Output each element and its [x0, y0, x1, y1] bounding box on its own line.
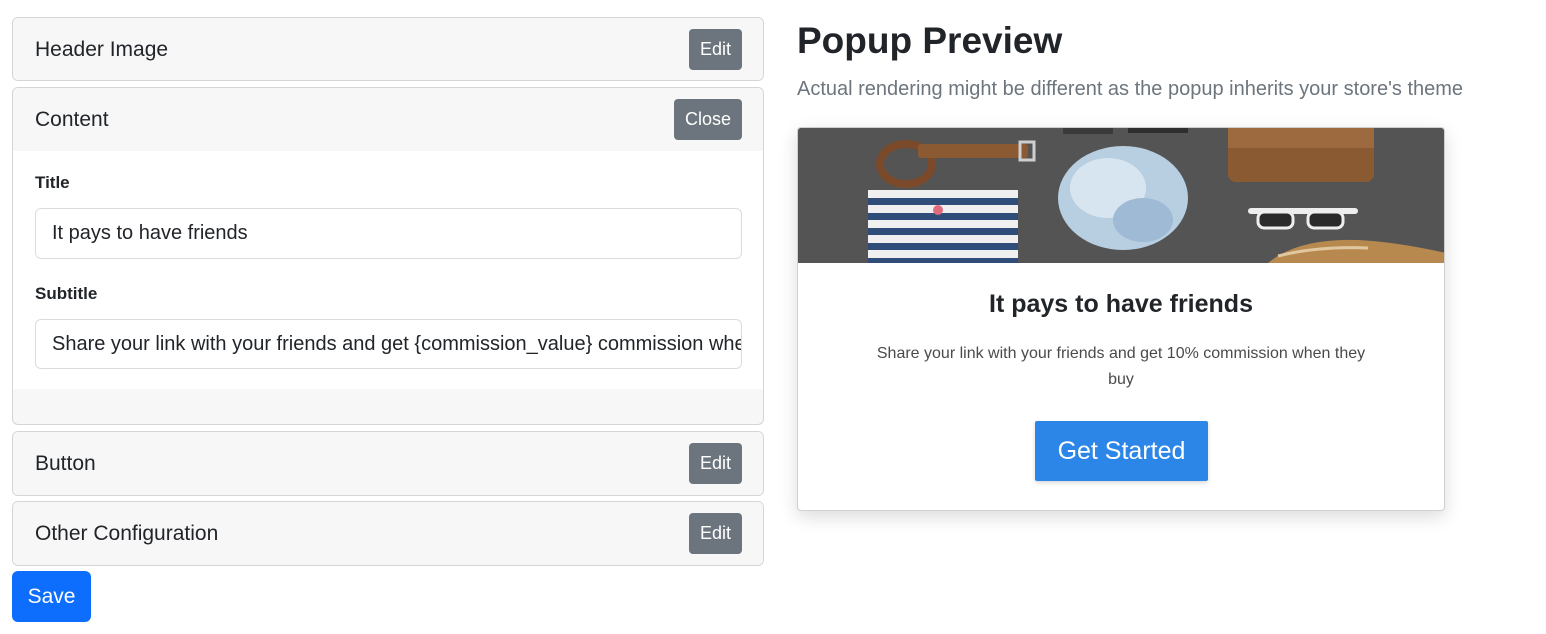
button-section-title: Button — [35, 451, 96, 475]
header-image-section: Header Image Edit — [12, 17, 764, 81]
header-image-section-title: Header Image — [35, 37, 169, 61]
striped-shirt-shape — [868, 190, 1018, 263]
popup-heading: It pays to have friends — [989, 290, 1253, 318]
button-section-header: Button Edit — [13, 432, 763, 495]
button-section: Button Edit — [12, 431, 764, 496]
title-input[interactable]: It pays to have friends — [35, 208, 742, 259]
header-image-edit-button[interactable]: Edit — [688, 29, 742, 70]
other-configuration-section-header: Other Configuration Edit — [13, 502, 763, 565]
save-button[interactable]: Save — [12, 571, 91, 622]
popup-preview: It pays to have friends Share your link … — [797, 127, 1445, 511]
content-section-body: Title It pays to have friends Subtitle S… — [13, 151, 763, 389]
other-configuration-section-title: Other Configuration — [35, 521, 219, 545]
button-edit-button[interactable]: Edit — [688, 443, 742, 484]
bag-shape — [1228, 128, 1374, 182]
title-label: Title — [35, 173, 70, 192]
popup-text: Share your link with your friends and ge… — [876, 345, 1366, 388]
subtitle-input-value: Share your link with your friends and ge… — [52, 333, 741, 355]
content-close-button[interactable]: Close — [673, 99, 742, 140]
get-started-button[interactable]: Get Started — [1035, 421, 1208, 481]
content-section: Content Close Title It pays to have frie… — [12, 87, 764, 425]
subtitle-label: Subtitle — [35, 284, 98, 303]
preview-title: Popup Preview — [797, 20, 1063, 61]
preview-subtitle: Actual rendering might be different as t… — [797, 78, 1464, 100]
popup-header-image — [798, 128, 1444, 263]
content-section-header: Content Close — [13, 88, 763, 151]
other-configuration-section: Other Configuration Edit — [12, 501, 764, 566]
header-image-section-header: Header Image Edit — [13, 18, 763, 80]
title-input-value: It pays to have friends — [52, 222, 248, 244]
scarf-shape — [1058, 146, 1188, 250]
subtitle-input[interactable]: Share your link with your friends and ge… — [35, 319, 742, 369]
other-configuration-edit-button[interactable]: Edit — [688, 513, 742, 554]
content-section-title: Content — [35, 107, 109, 131]
